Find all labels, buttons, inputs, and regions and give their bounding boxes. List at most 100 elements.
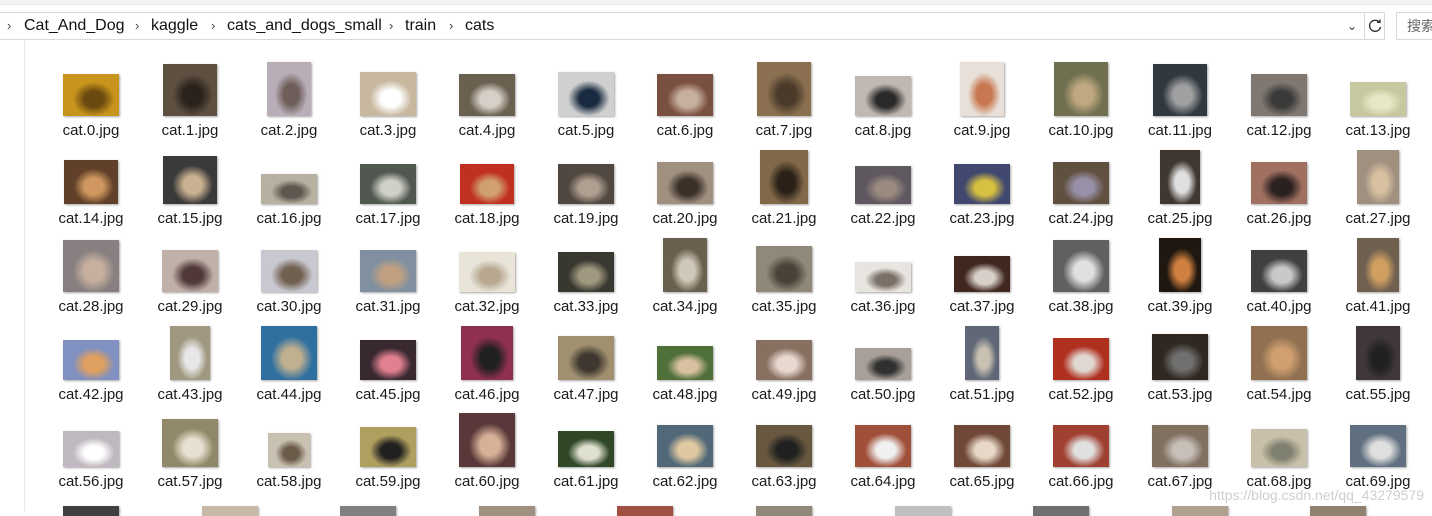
image-thumbnail[interactable]	[201, 506, 258, 516]
file-item[interactable]: cat.16.jpg	[241, 150, 337, 234]
file-item[interactable]: cat.21.jpg	[736, 150, 832, 234]
file-item[interactable]: cat.36.jpg	[835, 238, 931, 322]
file-item[interactable]: cat.8.jpg	[835, 62, 931, 146]
image-thumbnail	[1251, 74, 1307, 116]
image-thumbnail[interactable]	[756, 506, 812, 516]
file-item[interactable]: cat.9.jpg	[934, 62, 1030, 146]
file-item[interactable]: cat.39.jpg	[1132, 238, 1228, 322]
file-item[interactable]: cat.52.jpg	[1033, 326, 1129, 410]
file-item[interactable]: cat.25.jpg	[1132, 150, 1228, 234]
file-item[interactable]: cat.0.jpg	[43, 62, 139, 146]
image-thumbnail[interactable]	[478, 506, 535, 516]
file-item[interactable]: cat.59.jpg	[340, 413, 436, 497]
file-item[interactable]: cat.67.jpg	[1132, 413, 1228, 497]
file-item[interactable]: cat.18.jpg	[439, 150, 535, 234]
file-item[interactable]: cat.48.jpg	[637, 326, 733, 410]
file-item[interactable]: cat.14.jpg	[43, 150, 139, 234]
file-item[interactable]: cat.40.jpg	[1231, 238, 1327, 322]
file-item[interactable]: cat.29.jpg	[142, 238, 238, 322]
file-name: cat.35.jpg	[751, 298, 817, 315]
image-thumbnail	[261, 250, 317, 292]
file-item[interactable]: cat.2.jpg	[241, 62, 337, 146]
image-thumbnail[interactable]	[894, 506, 951, 516]
file-name: cat.57.jpg	[157, 473, 223, 490]
file-item[interactable]: cat.34.jpg	[637, 238, 733, 322]
file-item[interactable]: cat.49.jpg	[736, 326, 832, 410]
file-item[interactable]: cat.46.jpg	[439, 326, 535, 410]
file-item[interactable]: cat.20.jpg	[637, 150, 733, 234]
image-thumbnail[interactable]	[63, 506, 119, 516]
file-item[interactable]: cat.35.jpg	[736, 238, 832, 322]
image-thumbnail	[855, 262, 911, 292]
image-thumbnail	[657, 74, 713, 116]
file-item[interactable]: cat.44.jpg	[241, 326, 337, 410]
file-item[interactable]: cat.43.jpg	[142, 326, 238, 410]
file-item[interactable]: cat.66.jpg	[1033, 413, 1129, 497]
file-item[interactable]: cat.38.jpg	[1033, 238, 1129, 322]
file-item[interactable]: cat.57.jpg	[142, 413, 238, 497]
file-item[interactable]: cat.68.jpg	[1231, 413, 1327, 497]
file-item[interactable]: cat.37.jpg	[934, 238, 1030, 322]
file-item[interactable]: cat.27.jpg	[1330, 150, 1426, 234]
file-item[interactable]: cat.4.jpg	[439, 62, 535, 146]
file-item[interactable]: cat.17.jpg	[340, 150, 436, 234]
file-item[interactable]: cat.61.jpg	[538, 413, 634, 497]
file-item[interactable]: cat.32.jpg	[439, 238, 535, 322]
image-thumbnail	[461, 326, 513, 380]
file-item[interactable]: cat.42.jpg	[43, 326, 139, 410]
file-name: cat.56.jpg	[58, 473, 124, 490]
image-thumbnail[interactable]	[1033, 506, 1090, 516]
file-item[interactable]: cat.58.jpg	[241, 413, 337, 497]
file-item[interactable]: cat.60.jpg	[439, 413, 535, 497]
file-item[interactable]: cat.5.jpg	[538, 62, 634, 146]
file-item[interactable]: cat.1.jpg	[142, 62, 238, 146]
file-item[interactable]: cat.11.jpg	[1132, 62, 1228, 146]
file-item[interactable]: cat.7.jpg	[736, 62, 832, 146]
file-item[interactable]: cat.30.jpg	[241, 238, 337, 322]
file-item[interactable]: cat.23.jpg	[934, 150, 1030, 234]
file-item[interactable]: cat.69.jpg	[1330, 413, 1426, 497]
file-item[interactable]: cat.28.jpg	[43, 238, 139, 322]
file-item[interactable]: cat.55.jpg	[1330, 326, 1426, 410]
file-name: cat.25.jpg	[1147, 210, 1213, 227]
image-thumbnail[interactable]	[1310, 506, 1367, 516]
image-thumbnail[interactable]	[340, 506, 397, 516]
file-item[interactable]: cat.63.jpg	[736, 413, 832, 497]
file-item[interactable]: cat.3.jpg	[340, 62, 436, 146]
file-item[interactable]: cat.31.jpg	[340, 238, 436, 322]
image-thumbnail[interactable]	[617, 506, 674, 516]
file-item[interactable]: cat.12.jpg	[1231, 62, 1327, 146]
file-item[interactable]: cat.47.jpg	[538, 326, 634, 410]
file-name: cat.38.jpg	[1048, 298, 1114, 315]
file-item[interactable]: cat.10.jpg	[1033, 62, 1129, 146]
image-thumbnail	[360, 250, 416, 292]
file-name: cat.20.jpg	[652, 210, 718, 227]
image-thumbnail[interactable]	[1171, 506, 1228, 516]
file-item[interactable]: cat.45.jpg	[340, 326, 436, 410]
file-item[interactable]: cat.22.jpg	[835, 150, 931, 234]
file-item[interactable]: cat.13.jpg	[1330, 62, 1426, 146]
image-thumbnail	[63, 431, 119, 467]
file-item[interactable]: cat.41.jpg	[1330, 238, 1426, 322]
file-item[interactable]: cat.54.jpg	[1231, 326, 1327, 410]
file-item[interactable]: cat.50.jpg	[835, 326, 931, 410]
file-name: cat.33.jpg	[553, 298, 619, 315]
file-name: cat.17.jpg	[355, 210, 421, 227]
file-name: cat.31.jpg	[355, 298, 421, 315]
file-item[interactable]: cat.65.jpg	[934, 413, 1030, 497]
file-item[interactable]: cat.19.jpg	[538, 150, 634, 234]
image-thumbnail	[1251, 326, 1307, 380]
file-item[interactable]: cat.56.jpg	[43, 413, 139, 497]
file-item[interactable]: cat.26.jpg	[1231, 150, 1327, 234]
file-item[interactable]: cat.15.jpg	[142, 150, 238, 234]
file-item[interactable]: cat.64.jpg	[835, 413, 931, 497]
file-item[interactable]: cat.33.jpg	[538, 238, 634, 322]
file-name: cat.49.jpg	[751, 386, 817, 403]
image-thumbnail	[855, 166, 911, 204]
file-item[interactable]: cat.53.jpg	[1132, 326, 1228, 410]
file-item[interactable]: cat.6.jpg	[637, 62, 733, 146]
file-item[interactable]: cat.24.jpg	[1033, 150, 1129, 234]
file-item[interactable]: cat.62.jpg	[637, 413, 733, 497]
file-item[interactable]: cat.51.jpg	[934, 326, 1030, 410]
image-thumbnail	[657, 425, 713, 467]
